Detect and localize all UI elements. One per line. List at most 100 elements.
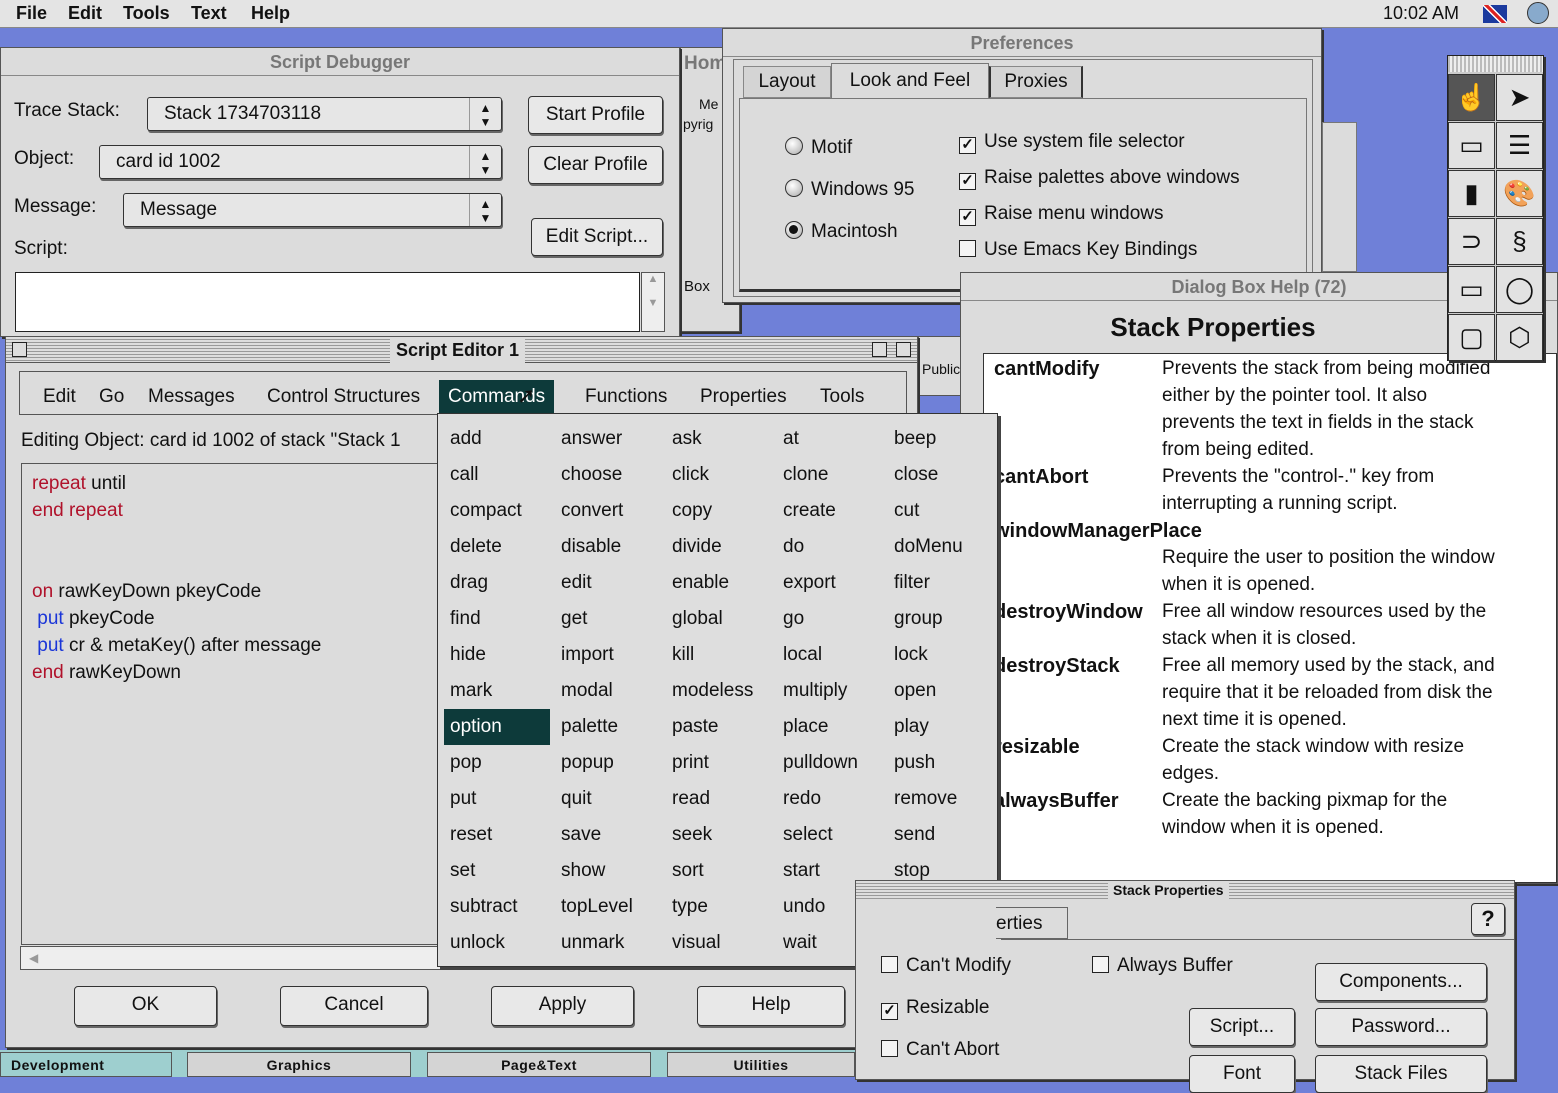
command-item-multiply[interactable]: multiply xyxy=(777,673,883,709)
command-item-drag[interactable]: drag xyxy=(444,565,550,601)
command-item-put[interactable]: put xyxy=(444,781,550,817)
edit-script-button[interactable]: Edit Script... xyxy=(531,218,663,256)
close-box-icon[interactable] xyxy=(12,342,27,357)
menu-tools[interactable]: Tools xyxy=(123,3,170,24)
command-item-seek[interactable]: seek xyxy=(666,817,772,853)
command-item-type[interactable]: type xyxy=(666,889,772,925)
tab-page-text[interactable]: Page&Text xyxy=(427,1052,651,1077)
command-item-delete[interactable]: delete xyxy=(444,529,550,565)
field-tool-icon[interactable]: ☰ xyxy=(1496,122,1543,169)
editor-menu-control-structures[interactable]: Control Structures xyxy=(258,380,429,414)
script-scrollbar[interactable]: ▲ ▼ xyxy=(641,272,665,332)
command-item-unlock[interactable]: unlock xyxy=(444,925,550,961)
browse-hand-icon[interactable]: ☝ xyxy=(1448,74,1495,121)
rectangle-tool-icon[interactable]: ▭ xyxy=(1448,266,1495,313)
command-item-add[interactable]: add xyxy=(444,421,550,457)
cancel-button[interactable]: Cancel xyxy=(280,986,428,1026)
command-item-save[interactable]: save xyxy=(555,817,661,853)
uk-flag-icon[interactable] xyxy=(1483,5,1507,23)
color-palette-icon[interactable]: 🎨 xyxy=(1496,170,1543,217)
command-item-filter[interactable]: filter xyxy=(888,565,994,601)
command-item-copy[interactable]: copy xyxy=(666,493,772,529)
command-item-place[interactable]: place xyxy=(777,709,883,745)
command-item-hide[interactable]: hide xyxy=(444,637,550,673)
command-item-subtract[interactable]: subtract xyxy=(444,889,550,925)
editor-menu-properties[interactable]: Properties xyxy=(691,380,796,414)
command-item-ask[interactable]: ask xyxy=(666,421,772,457)
checkbox-resizable[interactable]: ✓ Resizable xyxy=(881,997,989,1020)
command-item-modeless[interactable]: modeless xyxy=(666,673,772,709)
editor-menu-tools[interactable]: Tools xyxy=(811,380,873,414)
command-item-read[interactable]: read xyxy=(666,781,772,817)
command-item-unmark[interactable]: unmark xyxy=(555,925,661,961)
command-item-import[interactable]: import xyxy=(555,637,661,673)
rounded-rect-tool-icon[interactable]: ▢ xyxy=(1448,314,1495,361)
command-item-cut[interactable]: cut xyxy=(888,493,994,529)
checkbox-cant-modify[interactable]: Can't Modify xyxy=(881,955,1011,977)
collapse-box-icon[interactable] xyxy=(896,342,911,357)
command-item-lock[interactable]: lock xyxy=(888,637,994,673)
checkbox-emacs-keys[interactable]: Use Emacs Key Bindings xyxy=(959,239,1197,261)
editor-menu-messages[interactable]: Messages xyxy=(139,380,244,414)
command-item-open[interactable]: open xyxy=(888,673,994,709)
menu-text[interactable]: Text xyxy=(191,3,227,24)
command-item-quit[interactable]: quit xyxy=(555,781,661,817)
command-item-reset[interactable]: reset xyxy=(444,817,550,853)
tab-properties[interactable]: erties xyxy=(996,907,1068,939)
command-item-mark[interactable]: mark xyxy=(444,673,550,709)
regular-polygon-tool-icon[interactable]: ⬡ xyxy=(1496,314,1543,361)
command-item-modal[interactable]: modal xyxy=(555,673,661,709)
start-profile-button[interactable]: Start Profile xyxy=(528,96,663,134)
tab-development[interactable]: Development xyxy=(0,1052,172,1077)
object-select[interactable]: card id 1002 ▲ ▼ xyxy=(99,145,502,179)
command-item-call[interactable]: call xyxy=(444,457,550,493)
oval-tool-icon[interactable]: ◯ xyxy=(1496,266,1543,313)
command-item-edit[interactable]: edit xyxy=(555,565,661,601)
font-button[interactable]: Font xyxy=(1189,1055,1295,1093)
checkbox-system-file-selector[interactable]: ✓ Use system file selector xyxy=(959,131,1185,154)
freehand-tool-icon[interactable]: § xyxy=(1496,218,1543,265)
command-item-palette[interactable]: palette xyxy=(555,709,661,745)
command-item-close[interactable]: close xyxy=(888,457,994,493)
tab-look-and-feel[interactable]: Look and Feel xyxy=(831,63,989,99)
checkbox-cant-abort[interactable]: Can't Abort xyxy=(881,1039,999,1061)
pointer-arrow-icon[interactable]: ➤ xyxy=(1496,74,1543,121)
editor-menu-edit[interactable]: Edit xyxy=(34,380,85,414)
editor-menu-commands[interactable]: Commands xyxy=(439,380,555,414)
command-item-go[interactable]: go xyxy=(777,601,883,637)
ok-button[interactable]: OK xyxy=(74,986,217,1026)
command-item-divide[interactable]: divide xyxy=(666,529,772,565)
stack-files-button[interactable]: Stack Files xyxy=(1315,1055,1487,1093)
command-item-sort[interactable]: sort xyxy=(666,853,772,889)
clear-profile-button[interactable]: Clear Profile xyxy=(528,146,663,184)
command-item-play[interactable]: play xyxy=(888,709,994,745)
command-item-convert[interactable]: convert xyxy=(555,493,661,529)
help-button[interactable]: Help xyxy=(697,986,845,1026)
apply-button[interactable]: Apply xyxy=(491,986,634,1026)
command-item-option[interactable]: option xyxy=(444,709,550,745)
command-item-find[interactable]: find xyxy=(444,601,550,637)
editor-menu-functions[interactable]: Functions xyxy=(576,380,676,414)
scrollbar-tool-icon[interactable]: ▮ xyxy=(1448,170,1495,217)
command-item-pop[interactable]: pop xyxy=(444,745,550,781)
help-text-area[interactable]: cantModify Prevents the stack from being … xyxy=(983,353,1557,883)
command-item-popup[interactable]: popup xyxy=(555,745,661,781)
app-switcher-icon[interactable] xyxy=(1527,2,1549,24)
message-select[interactable]: Message ▲ ▼ xyxy=(123,193,502,227)
tab-utilities[interactable]: Utilities xyxy=(667,1052,855,1077)
command-item-push[interactable]: push xyxy=(888,745,994,781)
menu-edit[interactable]: Edit xyxy=(68,3,102,24)
button-tool-icon[interactable]: ▭ xyxy=(1448,122,1495,169)
command-item-click[interactable]: click xyxy=(666,457,772,493)
command-item-paste[interactable]: paste xyxy=(666,709,772,745)
editor-menu-go[interactable]: Go xyxy=(90,380,133,414)
menu-help[interactable]: Help xyxy=(251,3,290,24)
checkbox-raise-menu-windows[interactable]: ✓ Raise menu windows xyxy=(959,203,1164,226)
command-item-select[interactable]: select xyxy=(777,817,883,853)
tab-layout[interactable]: Layout xyxy=(743,66,831,98)
radio-motif[interactable]: Motif xyxy=(785,137,852,159)
zoom-box-icon[interactable] xyxy=(872,342,887,357)
command-item-choose[interactable]: choose xyxy=(555,457,661,493)
tab-graphics[interactable]: Graphics xyxy=(187,1052,411,1077)
command-item-beep[interactable]: beep xyxy=(888,421,994,457)
